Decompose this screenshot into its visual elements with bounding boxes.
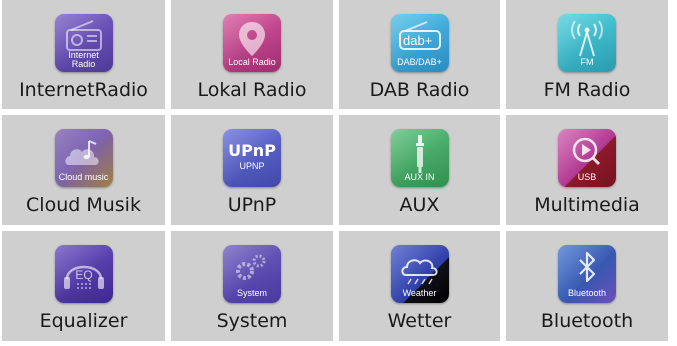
weather-cloud-icon: Weather bbox=[390, 245, 449, 303]
tile-label: AUX bbox=[399, 194, 440, 216]
tile-aux[interactable]: AUX IN AUX bbox=[339, 115, 500, 225]
icon-caption: Cloud music bbox=[58, 172, 109, 182]
tile-cloud-music[interactable]: Cloud music Cloud Musik bbox=[2, 115, 165, 225]
icon-text: dab+ bbox=[403, 33, 432, 48]
icon-caption: USB bbox=[577, 172, 597, 182]
bluetooth-icon: Bluetooth bbox=[558, 245, 616, 303]
icon-text: EQ bbox=[75, 268, 92, 282]
icon-caption: FM bbox=[580, 57, 594, 67]
icon-caption: Bluetooth bbox=[567, 288, 607, 298]
tile-weather[interactable]: Weather Wetter bbox=[339, 231, 500, 341]
tile-label: System bbox=[216, 310, 288, 332]
icon-text: UPnP bbox=[228, 141, 276, 160]
tile-equalizer[interactable]: EQ Equalizer bbox=[2, 231, 165, 341]
radio-icon: Internet Radio bbox=[54, 14, 113, 72]
tile-upnp[interactable]: UPnP UPNP UPnP bbox=[171, 115, 333, 225]
tile-internet-radio[interactable]: Internet Radio InternetRadio bbox=[2, 0, 165, 109]
tile-label: Equalizer bbox=[39, 310, 128, 332]
map-pin-icon: Local Radio bbox=[223, 14, 281, 72]
tile-label: Cloud Musik bbox=[26, 194, 141, 216]
tile-label: FM Radio bbox=[543, 79, 631, 101]
tile-bluetooth[interactable]: Bluetooth Bluetooth bbox=[506, 231, 668, 341]
icon-caption: DAB/DAB+ bbox=[397, 57, 442, 67]
aux-plug-icon: AUX IN bbox=[390, 129, 449, 187]
dab-icon: dab+ DAB/DAB+ bbox=[390, 14, 449, 72]
icon-caption: AUX IN bbox=[404, 172, 435, 182]
equalizer-icon: EQ bbox=[54, 245, 113, 303]
tile-dab-radio[interactable]: dab+ DAB/DAB+ DAB Radio bbox=[339, 0, 500, 109]
tile-label: Lokal Radio bbox=[197, 79, 307, 101]
upnp-icon: UPnP UPNP bbox=[223, 129, 281, 187]
tile-label: Bluetooth bbox=[540, 310, 634, 332]
icon-caption: Internet Radio bbox=[68, 50, 99, 69]
tile-multimedia[interactable]: USB Multimedia bbox=[506, 115, 668, 225]
tile-label: InternetRadio bbox=[19, 79, 148, 101]
play-usb-icon: USB bbox=[558, 129, 616, 187]
antenna-icon: FM bbox=[558, 14, 616, 72]
menu-grid: Internet Radio InternetRadio Local Radio … bbox=[2, 0, 668, 341]
tile-local-radio[interactable]: Local Radio Lokal Radio bbox=[171, 0, 333, 109]
icon-caption: Weather bbox=[402, 288, 437, 298]
icon-caption: Local Radio bbox=[228, 57, 276, 67]
icon-caption: System bbox=[236, 288, 267, 298]
tile-system[interactable]: System System bbox=[171, 231, 333, 341]
cloud-music-icon: Cloud music bbox=[54, 129, 113, 187]
gear-icon: System bbox=[223, 245, 281, 303]
tile-label: UPnP bbox=[227, 194, 277, 216]
tile-label: Wetter bbox=[387, 310, 452, 332]
tile-label: Multimedia bbox=[534, 194, 640, 216]
tile-fm-radio[interactable]: FM FM Radio bbox=[506, 0, 668, 109]
icon-caption: UPNP bbox=[239, 161, 265, 171]
tile-label: DAB Radio bbox=[369, 79, 470, 101]
